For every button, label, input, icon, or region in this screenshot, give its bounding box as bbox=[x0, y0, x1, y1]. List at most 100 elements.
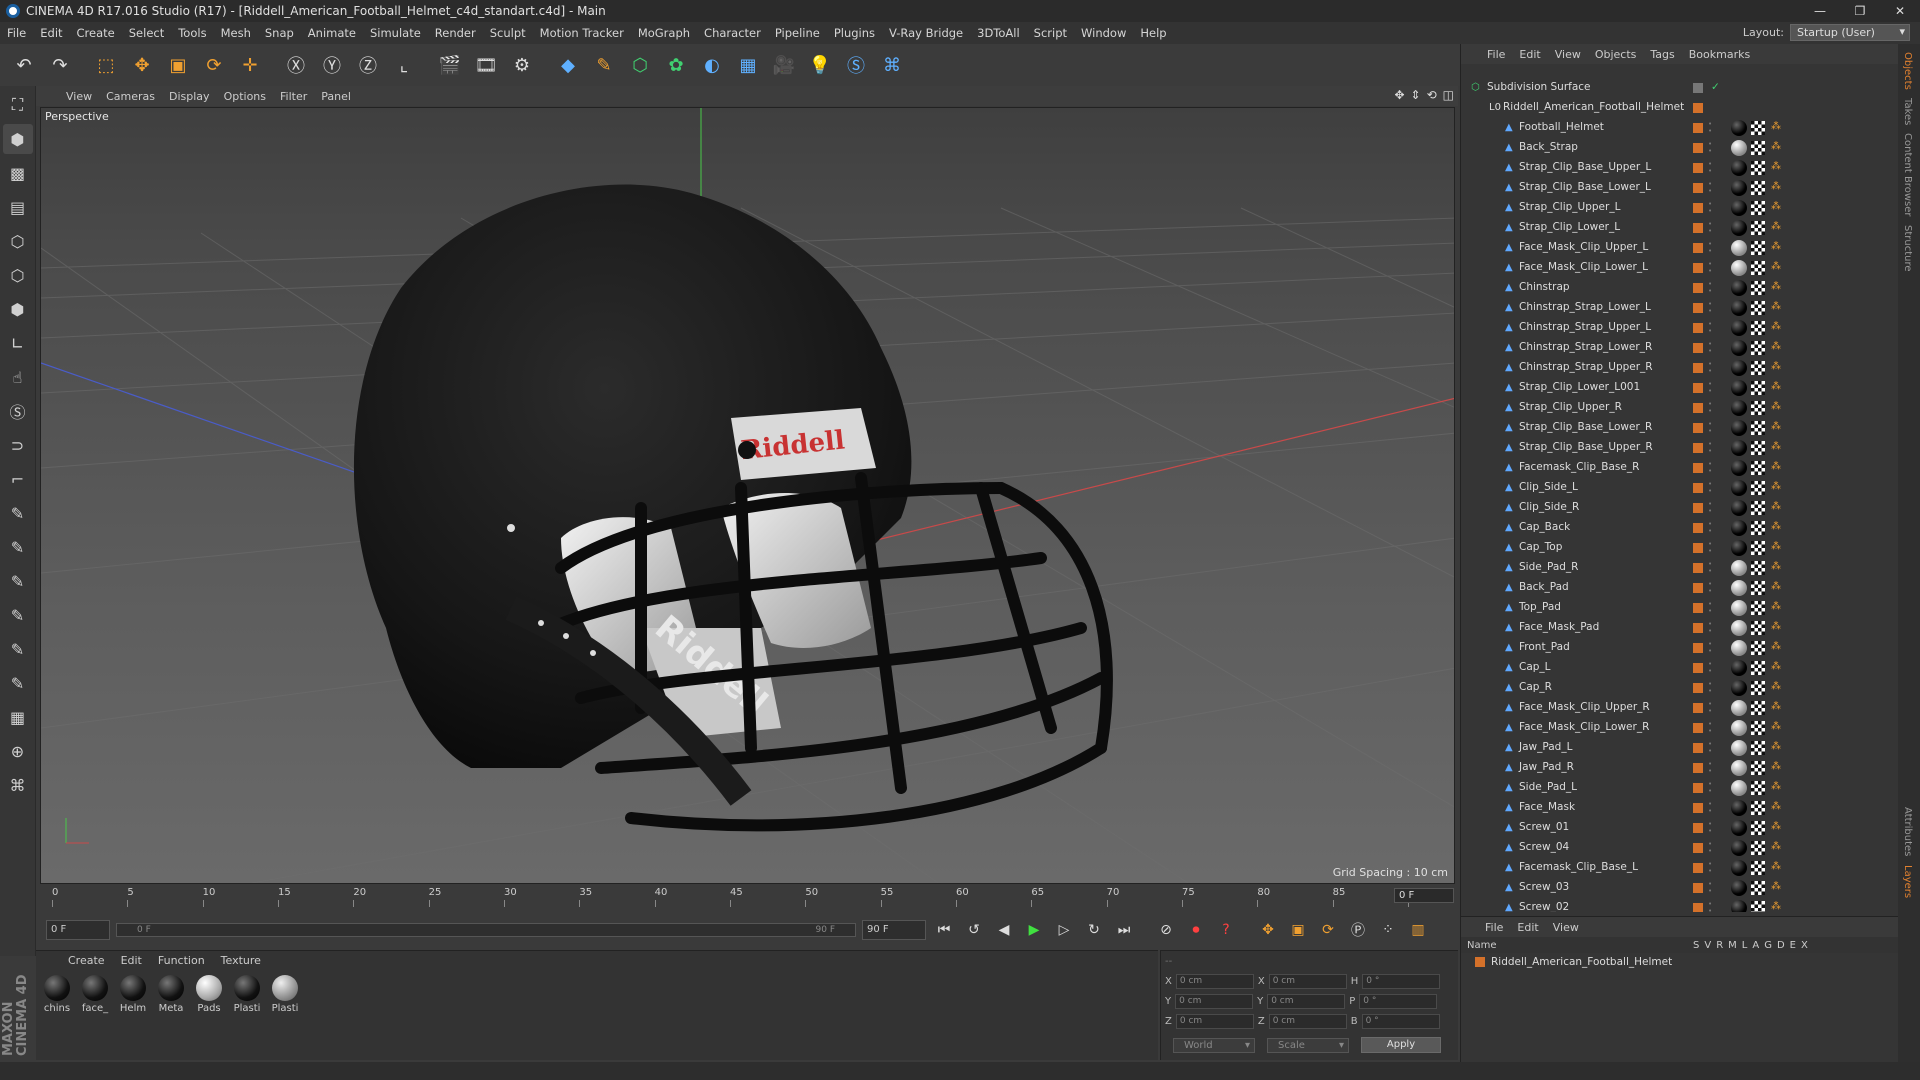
material-tag-icon[interactable] bbox=[1731, 260, 1747, 276]
record-disabled-icon[interactable]: ⊘ bbox=[1154, 918, 1178, 942]
material-tag-icon[interactable] bbox=[1731, 240, 1747, 256]
object-row[interactable]: ▲ Clip_Side_R • • ⁂ bbox=[1461, 498, 1881, 518]
object-row[interactable]: ▲ Screw_04 • • ⁂ bbox=[1461, 838, 1881, 858]
selection-tag-icon[interactable]: ⁂ bbox=[1771, 461, 1781, 472]
material-tag-icon[interactable] bbox=[1731, 420, 1747, 436]
uvw-tag-icon[interactable] bbox=[1751, 461, 1765, 475]
material-tag-icon[interactable] bbox=[1731, 800, 1747, 816]
axis-mode-icon[interactable]: ∟ bbox=[3, 328, 33, 358]
material-tag-icon[interactable] bbox=[1731, 720, 1747, 736]
material-item[interactable]: Meta bbox=[156, 975, 186, 1014]
selection-tag-icon[interactable]: ⁂ bbox=[1771, 781, 1781, 792]
selection-tag-icon[interactable]: ⁂ bbox=[1771, 541, 1781, 552]
material-item[interactable]: Pads bbox=[194, 975, 224, 1014]
scale-icon[interactable]: ▣ bbox=[162, 49, 194, 81]
render-view-icon[interactable]: 🎬 bbox=[434, 49, 466, 81]
menu-item-v-ray-bridge[interactable]: V-Ray Bridge bbox=[882, 26, 970, 40]
selection-tag-icon[interactable]: ⁂ bbox=[1771, 561, 1781, 572]
uvw-tag-icon[interactable] bbox=[1751, 741, 1765, 755]
grid-icon[interactable]: ▦ bbox=[3, 702, 33, 732]
brush-5-icon[interactable]: ✎ bbox=[3, 634, 33, 664]
uvw-tag-icon[interactable] bbox=[1751, 901, 1765, 912]
uvw-tag-icon[interactable] bbox=[1751, 501, 1765, 515]
lock-icon[interactable]: ⊕ bbox=[3, 736, 33, 766]
perspective-viewport[interactable]: Riddell Riddell Perspective Grid Spacing… bbox=[40, 107, 1455, 884]
restore-icon[interactable]: ❐ bbox=[1840, 0, 1880, 22]
object-row[interactable]: ▲ Strap_Clip_Lower_L • • ⁂ bbox=[1461, 218, 1881, 238]
brush-6-icon[interactable]: ✎ bbox=[3, 668, 33, 698]
selection-tag-icon[interactable]: ⁂ bbox=[1771, 381, 1781, 392]
object-menu-tags[interactable]: Tags bbox=[1650, 48, 1674, 61]
polygons-mode-icon[interactable]: ⬢ bbox=[3, 294, 33, 324]
object-row[interactable]: ▲ Face_Mask_Pad • • ⁂ bbox=[1461, 618, 1881, 638]
autokey-icon[interactable]: ? bbox=[1214, 918, 1238, 942]
layer-color-tag[interactable] bbox=[1693, 563, 1703, 573]
object-row[interactable]: ▲ Strap_Clip_Upper_L • • ⁂ bbox=[1461, 198, 1881, 218]
layer-color-tag[interactable] bbox=[1693, 823, 1703, 833]
material-tag-icon[interactable] bbox=[1731, 280, 1747, 296]
side-tab-takes[interactable]: Takes bbox=[1902, 98, 1913, 125]
start-frame-field[interactable]: 0 F bbox=[46, 920, 110, 940]
selection-tag-icon[interactable]: ⁂ bbox=[1771, 361, 1781, 372]
selection-tag-icon[interactable]: ⁂ bbox=[1771, 581, 1781, 592]
selection-tag-icon[interactable]: ⁂ bbox=[1771, 121, 1781, 132]
cloner-icon[interactable]: ✿ bbox=[660, 49, 692, 81]
object-row[interactable]: ▲ Cap_Top • • ⁂ bbox=[1461, 538, 1881, 558]
visibility-dots-icon[interactable]: • • bbox=[1708, 161, 1712, 175]
object-row[interactable]: ▲ Cap_Back • • ⁂ bbox=[1461, 518, 1881, 538]
snap-icon[interactable]: Ⓢ bbox=[3, 396, 33, 426]
uvw-tag-icon[interactable] bbox=[1751, 841, 1765, 855]
visibility-dots-icon[interactable]: • • bbox=[1708, 441, 1712, 455]
object-row[interactable]: ▲ Side_Pad_L • • ⁂ bbox=[1461, 778, 1881, 798]
object-row[interactable]: ▲ Strap_Clip_Lower_L001 • • ⁂ bbox=[1461, 378, 1881, 398]
visibility-dots-icon[interactable]: • • bbox=[1708, 901, 1712, 913]
uvw-tag-icon[interactable] bbox=[1751, 201, 1765, 215]
uvw-tag-icon[interactable] bbox=[1751, 861, 1765, 875]
menu-item-snap[interactable]: Snap bbox=[258, 26, 301, 40]
layer-color-tag[interactable] bbox=[1693, 883, 1703, 893]
selection-tag-icon[interactable]: ⁂ bbox=[1771, 681, 1781, 692]
visibility-dots-icon[interactable]: • • bbox=[1708, 361, 1712, 375]
object-row[interactable]: ▲ Back_Pad • • ⁂ bbox=[1461, 578, 1881, 598]
visibility-dots-icon[interactable]: • • bbox=[1708, 241, 1712, 255]
object-row[interactable]: ▲ Cap_L • • ⁂ bbox=[1461, 658, 1881, 678]
uvw-tag-icon[interactable] bbox=[1751, 821, 1765, 835]
material-tag-icon[interactable] bbox=[1731, 680, 1747, 696]
layer-row[interactable]: Riddell_American_Football_Helmet bbox=[1461, 953, 1898, 971]
layer-color-tag[interactable] bbox=[1693, 423, 1703, 433]
x-axis-icon[interactable]: Ⓧ bbox=[280, 49, 312, 81]
uvw-tag-icon[interactable] bbox=[1751, 421, 1765, 435]
visibility-dots-icon[interactable]: • • bbox=[1708, 661, 1712, 675]
material-tag-icon[interactable] bbox=[1731, 860, 1747, 876]
frame-range-slider[interactable]: 0 F 90 F bbox=[116, 923, 856, 937]
object-row[interactable]: ▲ Strap_Clip_Base_Lower_R • • ⁂ bbox=[1461, 418, 1881, 438]
object-row[interactable]: ▲ Face_Mask_Clip_Upper_L • • ⁂ bbox=[1461, 238, 1881, 258]
layer-menu-file[interactable]: File bbox=[1485, 921, 1503, 934]
layer-color-tag[interactable] bbox=[1693, 583, 1703, 593]
side-tab-attributes[interactable]: Attributes bbox=[1902, 807, 1913, 856]
uvw-tag-icon[interactable] bbox=[1751, 601, 1765, 615]
key-rotation-icon[interactable]: ⟳ bbox=[1316, 918, 1340, 942]
uvw-tag-icon[interactable] bbox=[1751, 381, 1765, 395]
visibility-dots-icon[interactable]: • • bbox=[1708, 861, 1712, 875]
uvw-tag-icon[interactable] bbox=[1751, 481, 1765, 495]
layer-color-tag[interactable] bbox=[1693, 723, 1703, 733]
selection-tag-icon[interactable]: ⁂ bbox=[1771, 281, 1781, 292]
material-tag-icon[interactable] bbox=[1731, 480, 1747, 496]
model-mode-icon[interactable]: ⬢ bbox=[2, 124, 33, 154]
viewport-menu-view[interactable]: View bbox=[66, 90, 92, 103]
side-tab-objects[interactable]: Objects bbox=[1902, 52, 1913, 90]
material-menu-create[interactable]: Create bbox=[68, 954, 105, 971]
menu-item-edit[interactable]: Edit bbox=[33, 26, 69, 40]
uvw-tag-icon[interactable] bbox=[1751, 701, 1765, 715]
z-axis-icon[interactable]: Ⓩ bbox=[352, 49, 384, 81]
maximize-view-icon[interactable]: ◫ bbox=[1443, 88, 1454, 102]
layer-color-tag[interactable] bbox=[1693, 863, 1703, 873]
uvw-tag-icon[interactable] bbox=[1751, 761, 1765, 775]
layer-color-tag[interactable] bbox=[1693, 843, 1703, 853]
object-row[interactable]: ▲ Chinstrap • • ⁂ bbox=[1461, 278, 1881, 298]
material-tag-icon[interactable] bbox=[1731, 540, 1747, 556]
key-position-icon[interactable]: ✥ bbox=[1256, 918, 1280, 942]
render-settings-icon[interactable]: ⚙ bbox=[506, 49, 538, 81]
object-row[interactable]: ▲ Screw_02 • • ⁂ bbox=[1461, 898, 1881, 912]
